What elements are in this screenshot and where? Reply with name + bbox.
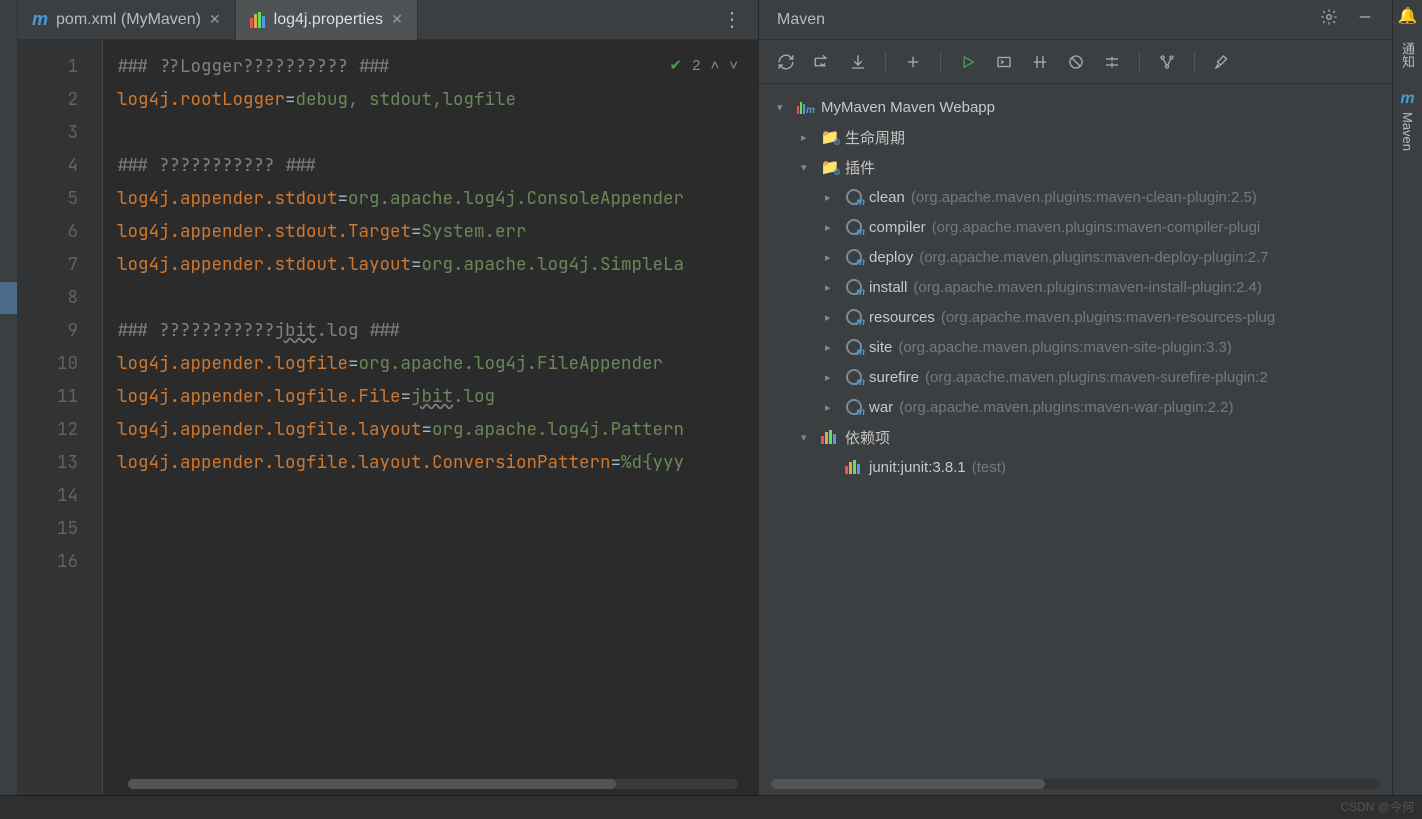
code-editor[interactable]: 12345678910111213141516 ### ??Logger????… [18, 40, 758, 795]
maven-horizontal-scrollbar[interactable] [771, 779, 1380, 789]
status-bar [0, 795, 1422, 819]
line-number-gutter: 12345678910111213141516 [18, 40, 103, 795]
tree-plugin-compiler[interactable]: ▸mcompiler (org.apache.maven.plugins:mav… [759, 212, 1392, 242]
tree-plugin-install[interactable]: ▸minstall (org.apache.maven.plugins:mave… [759, 272, 1392, 302]
add-icon[interactable] [898, 47, 928, 77]
properties-file-icon [250, 12, 266, 28]
reload-icon[interactable] [771, 47, 801, 77]
show-dependencies-icon[interactable] [1152, 47, 1182, 77]
tab-pom-xml[interactable]: m pom.xml (MyMaven) ✕ [18, 0, 236, 40]
maven-tool-window: Maven ▾mMyMaven Maven Webapp▸📁⚙生命周期▾ [758, 0, 1392, 795]
tree-plugin-resources[interactable]: ▸mresources (org.apache.maven.plugins:ma… [759, 302, 1392, 332]
collapse-all-icon[interactable] [1097, 47, 1127, 77]
tab-log4j-properties[interactable]: log4j.properties ✕ [236, 0, 418, 40]
tree-dependency[interactable]: junit:junit:3.8.1 (test) [759, 452, 1392, 482]
maven-header: Maven [759, 0, 1392, 40]
tree-lifecycle[interactable]: ▸📁⚙生命周期 [759, 122, 1392, 152]
tree-plugin-surefire[interactable]: ▸msurefire (org.apache.maven.plugins:mav… [759, 362, 1392, 392]
tree-plugin-deploy[interactable]: ▸mdeploy (org.apache.maven.plugins:maven… [759, 242, 1392, 272]
close-icon[interactable]: ✕ [391, 11, 403, 28]
maven-title: Maven [777, 11, 825, 29]
maven-file-icon: m [32, 9, 48, 30]
skip-tests-icon[interactable] [1061, 47, 1091, 77]
editor-horizontal-scrollbar[interactable] [128, 779, 738, 789]
tree-project[interactable]: ▾mMyMaven Maven Webapp [759, 92, 1392, 122]
generate-sources-icon[interactable] [807, 47, 837, 77]
watermark: CSDN @今何 [1340, 798, 1414, 815]
gear-icon[interactable] [1320, 8, 1338, 31]
tree-dependencies[interactable]: ▾依赖项 [759, 422, 1392, 452]
minimize-icon[interactable] [1356, 8, 1374, 31]
maven-tree[interactable]: ▾mMyMaven Maven Webapp▸📁⚙生命周期▾📁⚙插件▸mclea… [759, 84, 1392, 795]
execute-goal-icon[interactable] [989, 47, 1019, 77]
chevron-down-icon[interactable]: ˅ [729, 57, 738, 74]
editor-tab-bar: m pom.xml (MyMaven) ✕ log4j.properties ✕… [18, 0, 758, 40]
right-tool-strip: 🔔 通知 mMaven [1392, 0, 1422, 795]
toggle-offline-icon[interactable] [1025, 47, 1055, 77]
left-tool-strip [0, 0, 18, 795]
code-content[interactable]: ### ??Logger?????????? ###log4j.rootLogg… [103, 40, 758, 795]
problem-count: 2 [692, 57, 700, 74]
tree-plugins[interactable]: ▾📁⚙插件 [759, 152, 1392, 182]
editor-body: 12345678910111213141516 ### ??Logger????… [18, 40, 758, 795]
run-icon[interactable] [953, 47, 983, 77]
close-icon[interactable]: ✕ [209, 11, 221, 28]
more-tabs-icon[interactable]: ⋮ [706, 7, 758, 32]
tree-plugin-war[interactable]: ▸mwar (org.apache.maven.plugins:maven-wa… [759, 392, 1392, 422]
inspection-widget[interactable]: ✔ 2 ˄ ˅ [670, 56, 738, 74]
tab-label: log4j.properties [274, 11, 383, 29]
settings-icon[interactable] [1207, 47, 1237, 77]
editor-pane: m pom.xml (MyMaven) ✕ log4j.properties ✕… [18, 0, 758, 795]
notifications-icon[interactable]: 🔔 [1398, 6, 1418, 26]
maven-toolbar [759, 40, 1392, 84]
download-icon[interactable] [843, 47, 873, 77]
tree-plugin-site[interactable]: ▸msite (org.apache.maven.plugins:maven-s… [759, 332, 1392, 362]
tab-label: pom.xml (MyMaven) [56, 11, 201, 29]
side-tab-maven[interactable]: mMaven [1400, 84, 1415, 157]
side-tab-notifications[interactable]: 通知 [1398, 36, 1417, 74]
chevron-up-icon[interactable]: ˄ [710, 57, 719, 74]
check-icon: ✔ [670, 56, 683, 74]
tree-plugin-clean[interactable]: ▸mclean (org.apache.maven.plugins:maven-… [759, 182, 1392, 212]
